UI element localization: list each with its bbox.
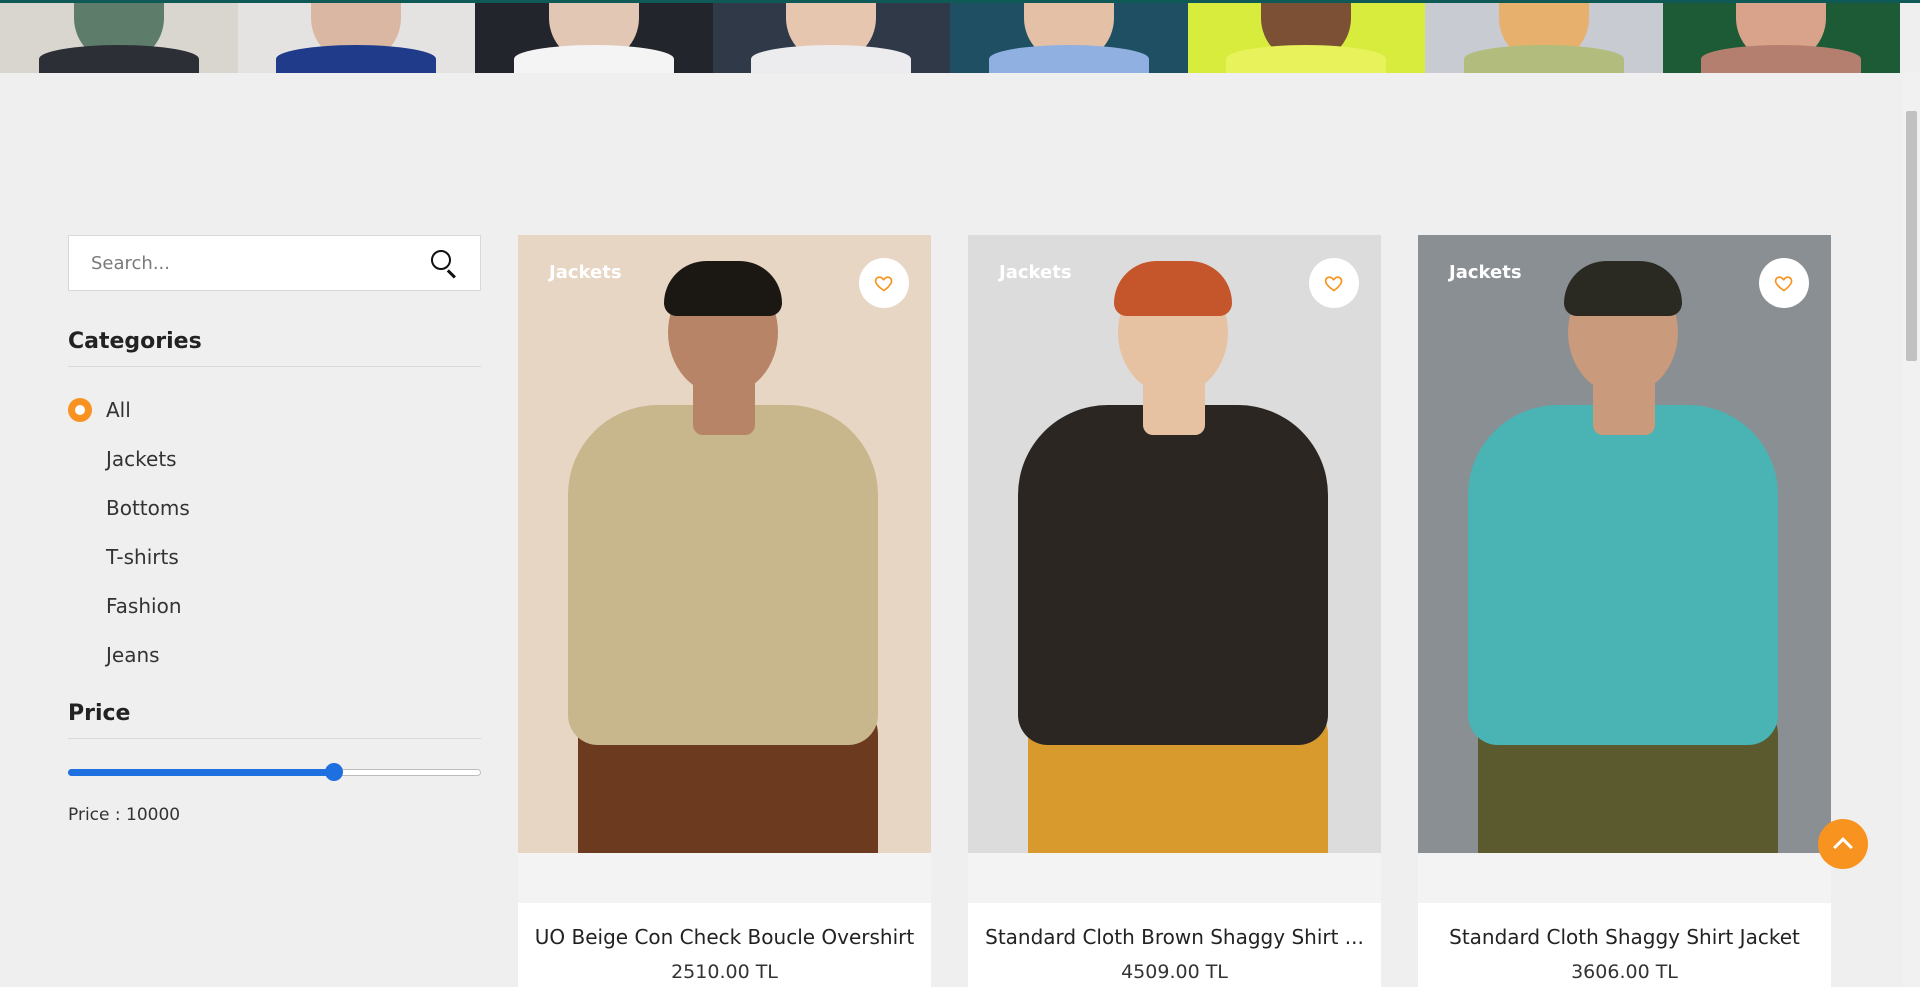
radio-icon[interactable]: [68, 447, 92, 471]
price-title: Price: [68, 701, 481, 739]
heart-icon: [1774, 276, 1793, 292]
product-category-tag: Jackets: [999, 262, 1072, 283]
product-price: 2510.00 TL: [671, 961, 778, 983]
product-price: 3606.00 TL: [1571, 961, 1678, 983]
category-label: T-shirts: [106, 544, 179, 569]
banner-photo: [950, 3, 1188, 73]
product-image[interactable]: Jackets: [1418, 235, 1831, 853]
category-label: Jeans: [106, 642, 160, 667]
banner-photo: [237, 3, 475, 73]
category-label: Bottoms: [106, 495, 190, 520]
banner-photo: [712, 3, 950, 73]
banner-photo: [475, 3, 713, 73]
radio-icon[interactable]: [68, 643, 92, 667]
product-card[interactable]: Jackets Standard Cloth Brown Shaggy Shir…: [968, 235, 1381, 987]
banner-photo: [1187, 3, 1425, 73]
radio-icon[interactable]: [68, 594, 92, 618]
wishlist-heart-button[interactable]: [1759, 258, 1809, 308]
category-item-all[interactable]: All: [68, 385, 481, 434]
category-list: All Jackets Bottoms T-shirts Fashion Jea…: [68, 385, 481, 679]
model-figure: [1418, 235, 1831, 853]
wishlist-heart-button[interactable]: [1309, 258, 1359, 308]
banner-photo-strip: [0, 3, 1900, 73]
scrollbar-thumb[interactable]: [1906, 111, 1917, 361]
category-label: All: [106, 397, 131, 422]
wishlist-heart-button[interactable]: [859, 258, 909, 308]
category-label: Fashion: [106, 593, 182, 618]
category-item-jeans[interactable]: Jeans: [68, 630, 481, 679]
page-scrollbar[interactable]: [1903, 73, 1920, 987]
product-image[interactable]: Jackets: [968, 235, 1381, 853]
category-label: Jackets: [106, 446, 177, 471]
product-info: Standard Cloth Shaggy Shirt Jacket 3606.…: [1418, 903, 1831, 987]
price-value-label: Price : 10000: [68, 805, 181, 825]
banner-photo: [1425, 3, 1663, 73]
radio-icon[interactable]: [68, 545, 92, 569]
banner-photo: [1662, 3, 1900, 73]
categories-title: Categories: [68, 329, 481, 367]
category-item-bottoms[interactable]: Bottoms: [68, 483, 481, 532]
radio-icon[interactable]: [68, 496, 92, 520]
slider-fill: [68, 769, 335, 776]
chevron-up-icon: [1833, 837, 1853, 857]
product-name[interactable]: Standard Cloth Shaggy Shirt Jacket: [1418, 925, 1831, 949]
model-figure: [518, 235, 931, 853]
radio-selected-icon[interactable]: [68, 397, 92, 422]
slider-handle[interactable]: [325, 763, 344, 781]
product-info: UO Beige Con Check Boucle Overshirt 2510…: [518, 903, 931, 987]
category-item-jackets[interactable]: Jackets: [68, 434, 481, 483]
product-name[interactable]: Standard Cloth Brown Shaggy Shirt ...: [968, 925, 1381, 949]
category-item-fashion[interactable]: Fashion: [68, 581, 481, 630]
search-box: [68, 235, 481, 291]
product-card[interactable]: Jackets UO Beige Con Check Boucle Oversh…: [518, 235, 931, 987]
scroll-to-top-button[interactable]: [1818, 819, 1868, 869]
product-category-tag: Jackets: [1449, 262, 1522, 283]
product-info: Standard Cloth Brown Shaggy Shirt ... 45…: [968, 903, 1381, 987]
banner-photo: [0, 3, 238, 73]
search-input[interactable]: [91, 252, 391, 274]
search-icon[interactable]: [430, 249, 458, 279]
category-item-tshirts[interactable]: T-shirts: [68, 532, 481, 581]
price-slider[interactable]: [68, 763, 481, 781]
product-grid: Jackets UO Beige Con Check Boucle Oversh…: [518, 235, 1831, 987]
heart-icon: [874, 276, 893, 292]
model-figure: [968, 235, 1381, 853]
product-name[interactable]: UO Beige Con Check Boucle Overshirt: [518, 925, 931, 949]
product-category-tag: Jackets: [549, 262, 622, 283]
filter-sidebar: Categories All Jackets Bottoms T-shirts …: [68, 235, 481, 825]
heart-icon: [1324, 276, 1343, 292]
product-image[interactable]: Jackets: [518, 235, 931, 853]
product-card[interactable]: Jackets Standard Cloth Shaggy Shirt Jack…: [1418, 235, 1831, 987]
product-price: 4509.00 TL: [1121, 961, 1228, 983]
